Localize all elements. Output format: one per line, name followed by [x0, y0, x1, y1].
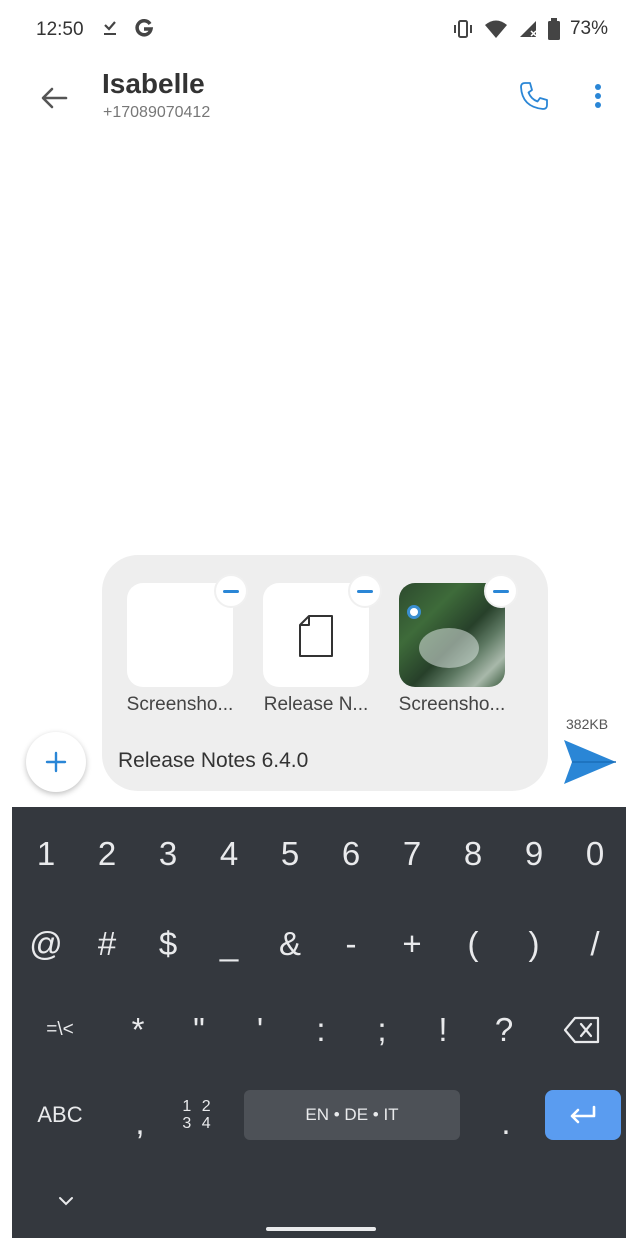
remove-attachment-button[interactable] [484, 574, 518, 608]
backspace-icon [563, 1016, 600, 1044]
remove-attachment-button[interactable] [214, 574, 248, 608]
key[interactable]: 6 [323, 824, 379, 884]
more-options-button[interactable] [582, 76, 614, 116]
g-logo-icon [135, 19, 154, 37]
period-key[interactable]: . [478, 1093, 534, 1153]
key[interactable]: @ [18, 914, 74, 974]
number-row: 1 2 3 4 5 6 7 8 9 0 [12, 824, 626, 884]
remove-attachment-button[interactable] [348, 574, 382, 608]
symbol-row: @ # $ _ & - + ( ) / [12, 914, 626, 974]
key[interactable]: ? [476, 1000, 532, 1060]
battery-percentage: 73% [569, 18, 608, 39]
key[interactable]: 8 [445, 824, 501, 884]
key[interactable]: / [567, 914, 623, 974]
key[interactable]: # [79, 914, 135, 974]
conversation-header: Isabelle +17089070412 [0, 62, 626, 132]
back-button[interactable] [34, 78, 74, 118]
minus-icon [223, 589, 239, 593]
enter-icon [570, 1105, 596, 1124]
key[interactable]: 1 [18, 824, 74, 884]
add-attachment-button[interactable] [26, 732, 86, 792]
key[interactable]: - [323, 914, 379, 974]
wifi-icon [484, 20, 507, 38]
key[interactable]: 3 [140, 824, 196, 884]
key[interactable]: $ [140, 914, 196, 974]
send-icon[interactable] [562, 738, 618, 786]
minus-icon [357, 589, 373, 593]
key[interactable]: * [110, 1000, 166, 1060]
key[interactable]: ' [232, 1000, 288, 1060]
space-key[interactable]: EN • DE • IT [244, 1090, 460, 1140]
more-vert-icon [595, 84, 601, 108]
key[interactable]: ) [506, 914, 562, 974]
hide-keyboard-button[interactable] [50, 1185, 82, 1217]
key[interactable]: & [262, 914, 318, 974]
call-button[interactable] [514, 76, 554, 116]
key[interactable]: 4 [201, 824, 257, 884]
symbol-row-2: =\< * " ' : ; ! ? [12, 1000, 626, 1060]
keyboard: 1 2 3 4 5 6 7 8 9 0 @ # $ _ & - + ( ) / … [12, 807, 626, 1238]
key[interactable]: ( [445, 914, 501, 974]
contact-name: Isabelle [102, 68, 205, 99]
numpad-key[interactable]: 1 2 3 4 [170, 1085, 226, 1145]
abc-key[interactable]: ABC [30, 1085, 90, 1145]
battery-icon [547, 18, 560, 40]
status-time: 12:50 [36, 19, 84, 40]
backspace-key[interactable] [554, 1000, 610, 1060]
attachment-label: Screensho... [126, 694, 234, 715]
enter-key[interactable] [545, 1090, 621, 1140]
attachment-label: Screensho... [398, 694, 506, 715]
more-symbols-key[interactable]: =\< [32, 1000, 88, 1060]
comma-key[interactable]: , [112, 1093, 168, 1153]
key[interactable]: 9 [506, 824, 562, 884]
key[interactable]: 7 [384, 824, 440, 884]
signal-icon [519, 21, 537, 37]
file-icon [299, 615, 333, 657]
plus-icon [45, 751, 67, 773]
key[interactable]: 0 [567, 824, 623, 884]
key[interactable]: " [171, 1000, 227, 1060]
phone-icon [520, 82, 548, 110]
message-input[interactable]: Release Notes 6.4.0 [118, 749, 308, 773]
key[interactable]: + [384, 914, 440, 974]
key[interactable]: 5 [262, 824, 318, 884]
attachment-size-label: 382KB [566, 716, 609, 732]
home-indicator[interactable] [266, 1227, 376, 1231]
attachment-label: Release N... [263, 694, 369, 715]
key[interactable]: _ [201, 914, 257, 974]
key[interactable]: : [293, 1000, 349, 1060]
key[interactable]: ; [354, 1000, 410, 1060]
chevron-down-icon [59, 1197, 73, 1206]
contact-number: +17089070412 [103, 104, 211, 121]
location-pin-icon [407, 605, 421, 619]
download-done-icon [104, 21, 116, 35]
compose-card: Screensho... Release N... Screensho... R… [102, 555, 548, 791]
status-bar: 12:50 73% [0, 0, 626, 62]
minus-icon [493, 589, 509, 593]
back-arrow-icon [41, 87, 68, 109]
vibrate-icon [453, 20, 472, 38]
key[interactable]: 2 [79, 824, 135, 884]
key[interactable]: ! [415, 1000, 471, 1060]
